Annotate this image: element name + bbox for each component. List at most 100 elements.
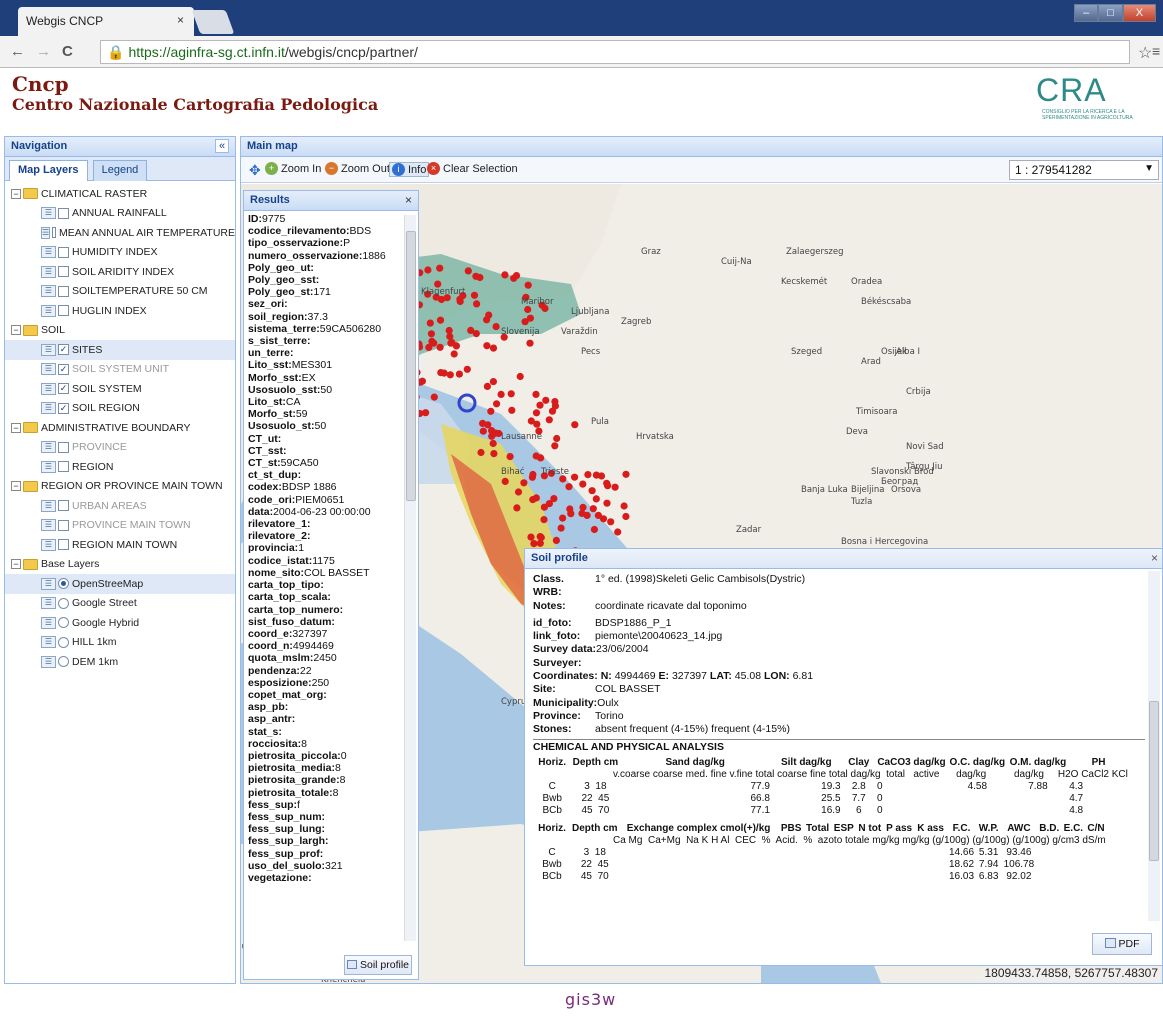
layer-item[interactable]: ☰ ✓ SOIL SYSTEM [5,379,235,399]
collapse-icon[interactable]: − [11,481,21,492]
soil-profile-close-icon[interactable]: × [1151,551,1158,565]
url-input[interactable]: 🔒 https://aginfra-sg.ct.infn.it/webgis/cn… [100,40,1130,64]
layer-checkbox[interactable] [58,539,69,551]
scale-select[interactable]: 1 : 279541282 ▼ [1009,160,1159,180]
bookmark-star-icon[interactable]: ☆ [1138,43,1152,63]
layer-item[interactable]: ☰ Google Hybrid [5,613,235,633]
layer-item[interactable]: ☰ ✓ SITES [5,340,235,360]
window-close-button[interactable]: X [1122,4,1157,22]
zoom-out-button[interactable]: − Zoom Out [325,162,390,175]
navigation-header: Navigation « [5,137,235,157]
layer-folder[interactable]: − CLIMATICAL RASTER [5,184,235,204]
result-field: pietrosita_piccola:0 [248,749,347,762]
collapse-icon[interactable]: − [11,559,21,570]
site-point [507,390,515,398]
layer-item[interactable]: ☰ ANNUAL RAINFALL [5,204,235,224]
result-field: pietrosita_grande:8 [248,774,346,787]
soil-profile-button[interactable]: Soil profile [344,955,412,975]
layer-checkbox[interactable] [58,461,69,473]
result-field: sez_ori: [248,298,288,311]
zoom-in-button[interactable]: + Zoom In [265,162,321,175]
layer-item[interactable]: ☰ HUGLIN INDEX [5,301,235,321]
reload-button[interactable]: C [62,43,73,60]
layer-folder[interactable]: − ADMINISTRATIVE BOUNDARY [5,418,235,438]
layer-folder[interactable]: − REGION OR PROVINCE MAIN TOWN [5,477,235,497]
result-field: ct_st_dup: [248,469,302,482]
folder-icon [23,324,38,336]
layer-checkbox[interactable] [58,305,69,317]
layer-item[interactable]: ☰ REGION [5,457,235,477]
layer-checkbox[interactable] [52,227,56,239]
layer-item[interactable]: ☰ SOIL ARIDITY INDEX [5,262,235,282]
pan-icon[interactable]: ✥ [249,162,261,179]
layer-item[interactable]: ☰ REGION MAIN TOWN [5,535,235,555]
site-point [588,487,596,495]
back-button[interactable]: ← [10,43,25,60]
layer-item[interactable]: ☰ HILL 1km [5,633,235,653]
tab-legend[interactable]: Legend [92,160,148,181]
result-field: codex:BDSP 1886 [248,481,337,494]
navigation-title: Navigation [11,140,68,152]
clear-selection-button[interactable]: × Clear Selection [427,162,518,175]
results-scrollbar[interactable] [404,215,416,941]
collapse-panel-button[interactable]: « [215,139,229,153]
maximize-button[interactable]: □ [1098,4,1123,22]
layer-label: CLIMATICAL RASTER [41,187,148,200]
site-row: Site: COL BASSET [533,683,661,696]
forward-button[interactable]: → [36,43,51,60]
layer-checkbox[interactable] [58,500,69,512]
layer-item[interactable]: ☰ PROVINCE [5,438,235,458]
layer-item[interactable]: ☰ ✓ SOIL SYSTEM UNIT [5,360,235,380]
layer-item[interactable]: ☰ MEAN ANNUAL AIR TEMPERATURE [5,223,235,243]
layer-checkbox[interactable]: ✓ [58,383,69,395]
layer-icon: ☰ [41,460,56,473]
site-point [492,323,500,331]
navigation-tabs: Map Layers Legend [5,157,235,181]
layer-radio[interactable] [58,617,69,629]
layer-radio[interactable] [58,656,69,668]
layer-radio[interactable] [58,636,69,648]
layer-radio[interactable] [58,597,69,609]
zoom-in-icon: + [265,162,278,175]
soil-profile-header[interactable]: Soil profile × [525,549,1162,569]
layer-checkbox[interactable]: ✓ [58,344,69,356]
layer-item[interactable]: ☰ ✓ SOIL REGION [5,399,235,419]
layer-item[interactable]: ☰ URBAN AREAS [5,496,235,516]
site-point [592,495,600,503]
layer-item[interactable]: ☰ Google Street [5,594,235,614]
browser-tab[interactable]: Webgis CNCP × [18,7,194,36]
layer-checkbox[interactable] [58,519,69,531]
layer-checkbox[interactable] [58,285,69,297]
exchange-analysis-table: Horiz. Depth cm Exchange complex cmol(+)/k… [533,823,1107,883]
tab-map-layers[interactable]: Map Layers [9,160,88,181]
pdf-export-button[interactable]: PDF [1092,933,1152,955]
layer-folder[interactable]: − Base Layers [5,555,235,575]
layer-item[interactable]: ☰ SOILTEMPERATURE 50 CM [5,282,235,302]
site-point [448,338,456,346]
browser-menu-icon[interactable]: ≡ [1152,43,1160,59]
layer-folder[interactable]: − SOIL [5,321,235,341]
layer-checkbox[interactable] [58,441,69,453]
tab-close-icon[interactable]: × [177,13,184,27]
layer-checkbox[interactable] [58,246,69,258]
folder-icon [23,188,38,200]
map-place-label: Klagenfurt [421,287,466,297]
info-button[interactable]: i Info [389,162,430,177]
results-close-icon[interactable]: × [405,193,412,207]
minimize-button[interactable]: – [1074,4,1099,22]
collapse-icon[interactable]: − [11,422,21,433]
layer-checkbox[interactable]: ✓ [58,363,69,375]
soil-profile-scrollbar[interactable] [1148,571,1160,921]
result-field: fess_sup_lung: [248,823,326,836]
layer-item[interactable]: ☰ HUMIDITY INDEX [5,243,235,263]
layer-radio[interactable] [58,578,69,590]
map-place-label: Cuij-Na [721,257,752,267]
layer-item[interactable]: ☰ OpenStreeMap [5,574,235,594]
layer-checkbox[interactable] [58,266,69,278]
layer-item[interactable]: ☰ PROVINCE MAIN TOWN [5,516,235,536]
layer-checkbox[interactable]: ✓ [58,402,69,414]
collapse-icon[interactable]: − [11,325,21,336]
collapse-icon[interactable]: − [11,188,21,199]
layer-checkbox[interactable] [58,207,69,219]
layer-item[interactable]: ☰ DEM 1km [5,652,235,672]
